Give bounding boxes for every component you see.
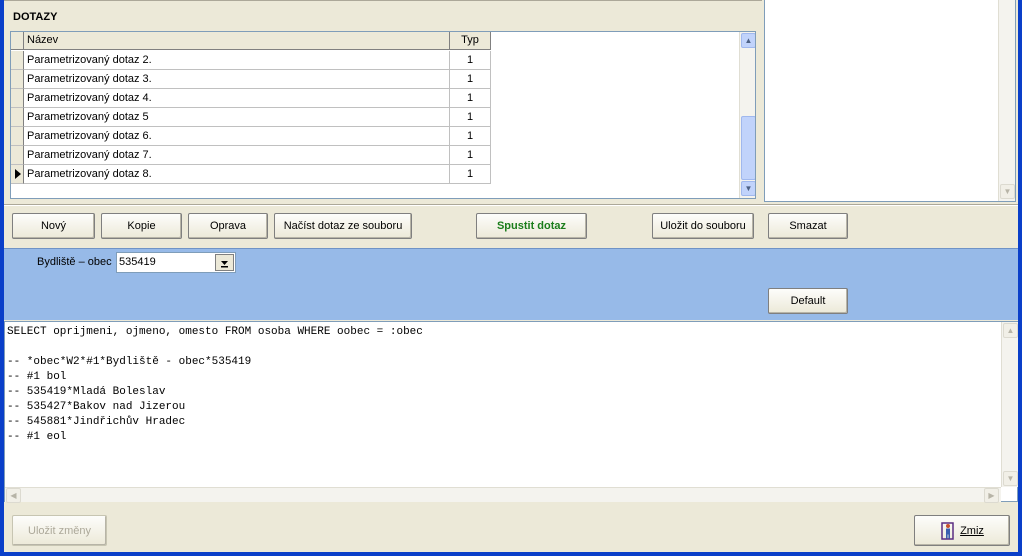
row-indicator[interactable] — [11, 70, 24, 89]
row-indicator[interactable] — [11, 146, 24, 165]
column-header-typ[interactable]: Typ — [450, 32, 491, 50]
table-row[interactable]: Parametrizovaný dotaz 7. 1 — [11, 146, 491, 165]
exit-button[interactable]: Zmiz — [914, 515, 1010, 546]
scroll-down-arrow-icon[interactable]: ▼ — [741, 181, 755, 196]
row-typ: 1 — [450, 146, 491, 165]
row-indicator[interactable] — [11, 89, 24, 108]
sql-editor[interactable]: SELECT oprijmeni, ojmeno, omesto FROM os… — [4, 321, 1018, 502]
row-typ: 1 — [450, 165, 491, 184]
section-title: DOTAZY — [13, 11, 58, 23]
edit-button[interactable]: Oprava — [188, 213, 268, 239]
column-header-nazev[interactable]: Název — [24, 32, 450, 50]
row-typ: 1 — [450, 70, 491, 89]
sql-line: -- #1 bol — [7, 371, 67, 383]
save-changes-button[interactable]: Uložit změny — [12, 515, 107, 546]
scroll-down-arrow-icon[interactable]: ▼ — [1003, 471, 1018, 486]
param-obec-combobox[interactable]: 535419 — [116, 252, 236, 273]
row-indicator[interactable] — [11, 108, 24, 127]
table-row-selected[interactable]: Parametrizovaný dotaz 8. 1 — [11, 165, 491, 184]
param-label-obec: Bydliště – obec — [37, 256, 112, 268]
right-list-panel[interactable]: ▼ — [764, 0, 1016, 202]
scroll-up-arrow-icon[interactable]: ▲ — [1003, 323, 1018, 338]
run-query-button[interactable]: Spustit dotaz — [476, 213, 587, 239]
row-indicator-current[interactable] — [11, 165, 24, 184]
window-frame-bottom — [0, 552, 1022, 556]
top-separator — [4, 0, 762, 1]
exit-person-icon — [940, 521, 956, 540]
sql-line: -- 545881*Jindřichův Hradec — [7, 416, 186, 428]
scroll-thumb[interactable] — [741, 116, 755, 180]
delete-button[interactable]: Smazat — [768, 213, 848, 239]
table-row[interactable]: Parametrizovaný dotaz 2. 1 — [11, 51, 491, 70]
row-name: Parametrizovaný dotaz 3. — [24, 70, 450, 89]
row-typ: 1 — [450, 108, 491, 127]
row-name: Parametrizovaný dotaz 8. — [24, 165, 450, 184]
current-row-arrow-icon — [15, 169, 21, 179]
row-typ: 1 — [450, 127, 491, 146]
scroll-up-arrow-icon[interactable]: ▲ — [741, 33, 755, 48]
scroll-right-arrow-icon[interactable]: ▶ — [984, 488, 999, 503]
row-name: Parametrizovaný dotaz 6. — [24, 127, 450, 146]
grid-header: Název Typ — [11, 32, 491, 50]
sql-line: SELECT oprijmeni, ojmeno, omesto FROM os… — [7, 326, 423, 338]
sql-line: -- *obec*W2*#1*Bydliště - obec*535419 — [7, 356, 252, 368]
row-indicator[interactable] — [11, 127, 24, 146]
row-name: Parametrizovaný dotaz 5 — [24, 108, 450, 127]
toolbar-separator — [4, 204, 1018, 206]
new-button[interactable]: Nový — [12, 213, 95, 239]
scroll-down-arrow-icon[interactable]: ▼ — [1000, 184, 1015, 199]
table-row[interactable]: Parametrizovaný dotaz 6. 1 — [11, 127, 491, 146]
sql-line: -- #1 eol — [7, 431, 67, 443]
table-row[interactable]: Parametrizovaný dotaz 3. 1 — [11, 70, 491, 89]
table-row[interactable]: Parametrizovaný dotaz 4. 1 — [11, 89, 491, 108]
exit-button-label: Zmiz — [960, 524, 984, 537]
sql-horizontal-scrollbar[interactable]: ◀ ▶ — [5, 487, 1001, 503]
row-name: Parametrizovaný dotaz 2. — [24, 51, 450, 70]
copy-button[interactable]: Kopie — [101, 213, 182, 239]
row-name: Parametrizovaný dotaz 4. — [24, 89, 450, 108]
sql-vertical-scrollbar[interactable]: ▲ ▼ — [1001, 322, 1018, 487]
dropdown-arrow-icon[interactable] — [215, 254, 234, 271]
row-typ: 1 — [450, 51, 491, 70]
queries-grid[interactable]: Název Typ Parametrizovaný dotaz 2. 1 Par… — [10, 31, 756, 199]
window-frame-right — [1018, 0, 1022, 556]
row-indicator[interactable] — [11, 51, 24, 70]
sql-line: -- 535427*Bakov nad Jizerou — [7, 401, 186, 413]
param-obec-value: 535419 — [119, 256, 156, 268]
default-button[interactable]: Default — [768, 288, 848, 314]
sql-line: -- 535419*Mladá Boleslav — [7, 386, 166, 398]
scroll-left-arrow-icon[interactable]: ◀ — [6, 488, 21, 503]
grid-rows: Parametrizovaný dotaz 2. 1 Parametrizova… — [11, 51, 491, 184]
save-to-file-button[interactable]: Uložit do souboru — [652, 213, 754, 239]
grid-vertical-scrollbar[interactable]: ▲ ▼ — [739, 32, 755, 198]
grid-header-indicator — [11, 32, 24, 50]
row-typ: 1 — [450, 89, 491, 108]
table-row[interactable]: Parametrizovaný dotaz 5 1 — [11, 108, 491, 127]
row-name: Parametrizovaný dotaz 7. — [24, 146, 450, 165]
load-from-file-button[interactable]: Načíst dotaz ze souboru — [274, 213, 412, 239]
right-panel-scrollbar[interactable]: ▼ — [998, 0, 1015, 201]
